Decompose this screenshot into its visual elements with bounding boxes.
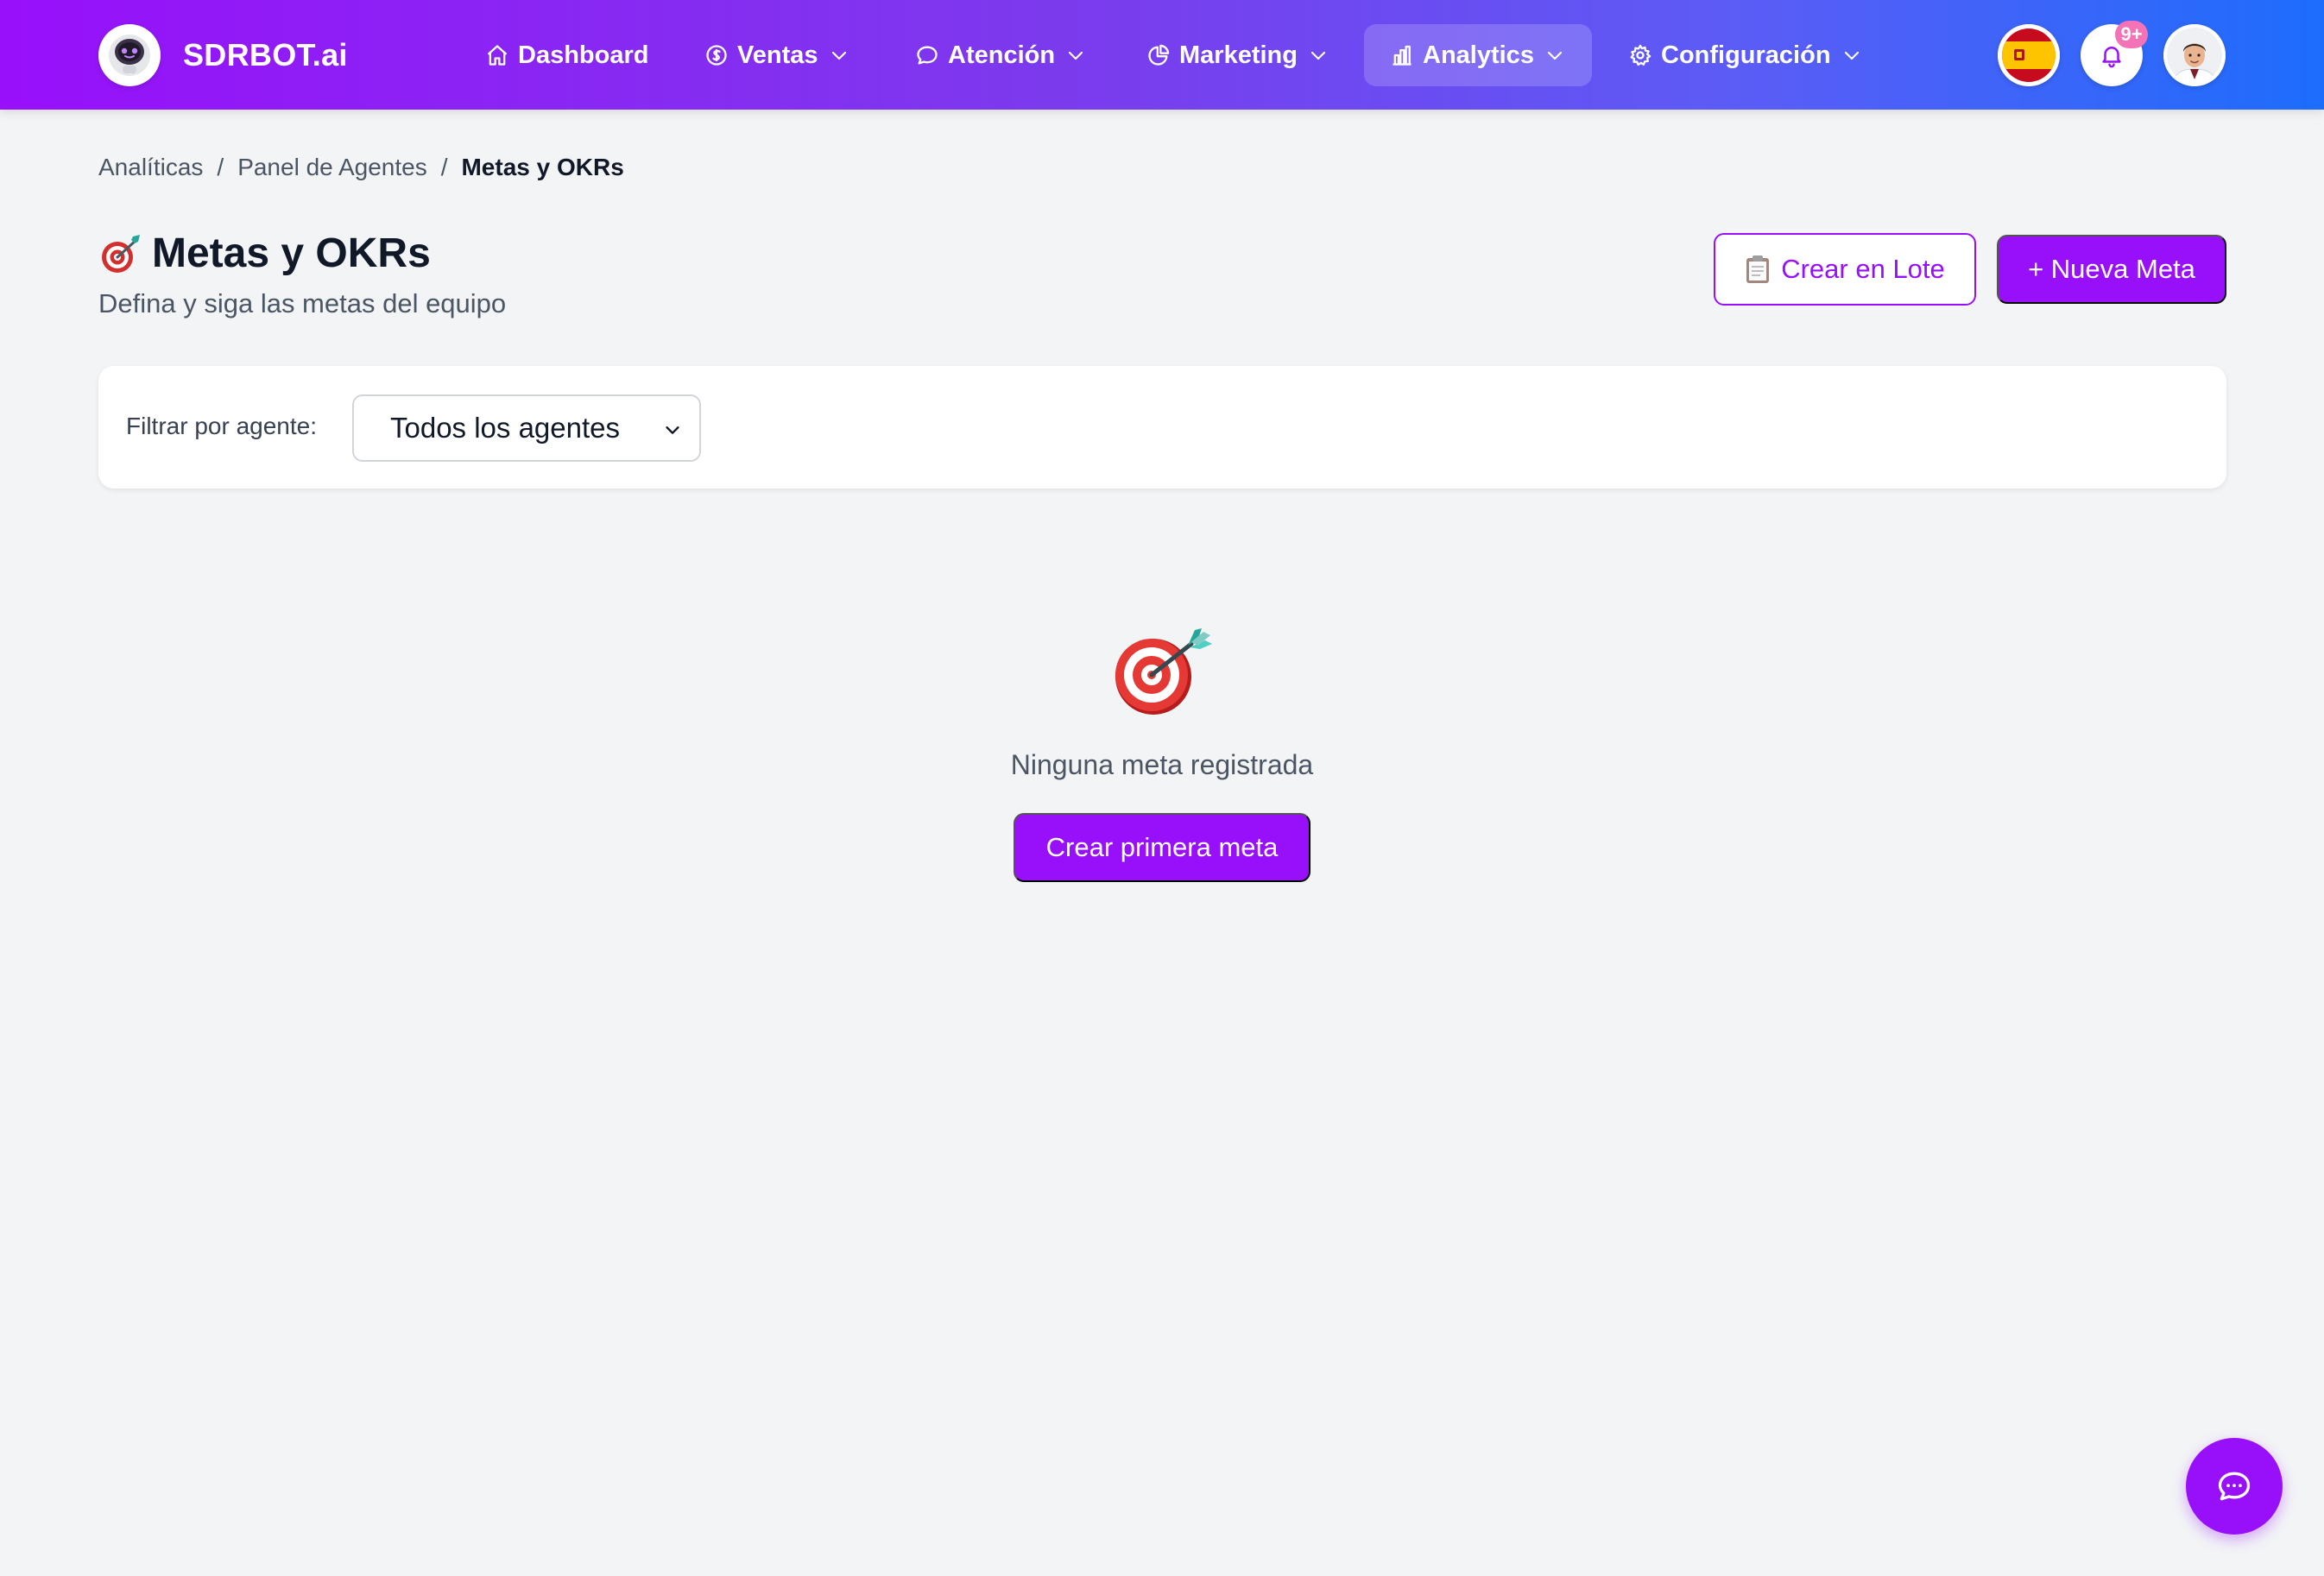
breadcrumb-current: Metas y OKRs <box>461 154 624 180</box>
breadcrumb: Analíticas / Panel de Agentes / Metas y … <box>98 154 624 181</box>
chevron-down-icon <box>1065 45 1086 66</box>
create-first-goal-button[interactable]: Crear primera meta <box>1014 813 1310 882</box>
filter-label: Filtrar por agente: <box>126 413 317 439</box>
breadcrumb-analiticas[interactable]: Analíticas <box>98 154 203 181</box>
chevron-down-icon <box>1544 45 1565 66</box>
nav-marketing[interactable]: Marketing <box>1121 24 1355 86</box>
brand-name: SDRBOT.ai <box>183 37 348 72</box>
batch-create-button[interactable]: Crear en Lote <box>1714 233 1976 306</box>
chevron-down-icon <box>1308 45 1329 66</box>
target-dart-icon <box>98 231 143 276</box>
nav-ventas-label: Ventas <box>737 41 818 69</box>
empty-state-message: Ninguna meta registrada <box>1010 749 1314 780</box>
chat-bubble-icon <box>2215 1467 2253 1505</box>
avatar[interactable] <box>2163 24 2226 86</box>
clipboard-icon <box>1745 255 1771 284</box>
page-title-text: Metas y OKRs <box>152 230 431 276</box>
nav-configuracion[interactable]: Configuración <box>1602 24 1888 86</box>
breadcrumb-separator: / <box>217 154 224 180</box>
new-goal-label: + Nueva Meta <box>2028 254 2195 284</box>
gear-icon <box>1628 43 1652 67</box>
filter-card: Filtrar por agente: Todos los agentes <box>98 366 2226 489</box>
home-icon <box>485 43 509 67</box>
breadcrumb-panel-agentes[interactable]: Panel de Agentes <box>237 154 427 181</box>
batch-create-label: Crear en Lote <box>1781 254 1945 284</box>
chat-bubble-icon <box>915 43 939 67</box>
nav-analytics-label: Analytics <box>1423 41 1534 69</box>
chat-support-button[interactable] <box>2186 1438 2283 1535</box>
nav-ventas[interactable]: Ventas <box>679 24 875 86</box>
nav-marketing-label: Marketing <box>1179 41 1298 69</box>
agent-filter-select[interactable]: Todos los agentes <box>352 394 701 462</box>
dollar-circle-icon <box>704 43 729 67</box>
nav-analytics[interactable]: Analytics <box>1364 24 1592 86</box>
target-dart-icon <box>1105 623 1217 718</box>
agent-filter-value: Todos los agentes <box>390 412 621 444</box>
page-subtitle: Defina y siga las metas del equipo <box>98 288 507 318</box>
breadcrumb-separator: / <box>440 154 448 180</box>
language-selector[interactable] <box>1998 24 2060 86</box>
nav-configuracion-label: Configuración <box>1661 41 1831 69</box>
pie-chart-icon <box>1146 43 1171 67</box>
user-avatar-icon <box>2163 24 2226 86</box>
brand[interactable]: SDRBOT.ai <box>98 24 348 86</box>
chevron-down-icon <box>663 420 682 439</box>
notifications-badge: 9+ <box>2115 21 2148 48</box>
create-first-goal-label: Crear primera meta <box>1045 832 1279 862</box>
spain-flag-icon <box>1998 24 2060 86</box>
new-goal-button[interactable]: + Nueva Meta <box>1997 235 2226 304</box>
chevron-down-icon <box>829 45 849 66</box>
page-title: Metas y OKRs <box>98 230 431 277</box>
nav-dashboard[interactable]: Dashboard <box>459 24 674 86</box>
nav-atencion-label: Atención <box>948 41 1056 69</box>
chevron-down-icon <box>1841 45 1862 66</box>
nav-atencion[interactable]: Atención <box>889 24 1112 86</box>
bar-chart-icon <box>1390 43 1414 67</box>
robot-logo-icon <box>98 24 161 86</box>
nav-dashboard-label: Dashboard <box>518 41 649 69</box>
top-navbar: SDRBOT.ai Dashboard Ventas Atención Mark… <box>0 0 2324 110</box>
